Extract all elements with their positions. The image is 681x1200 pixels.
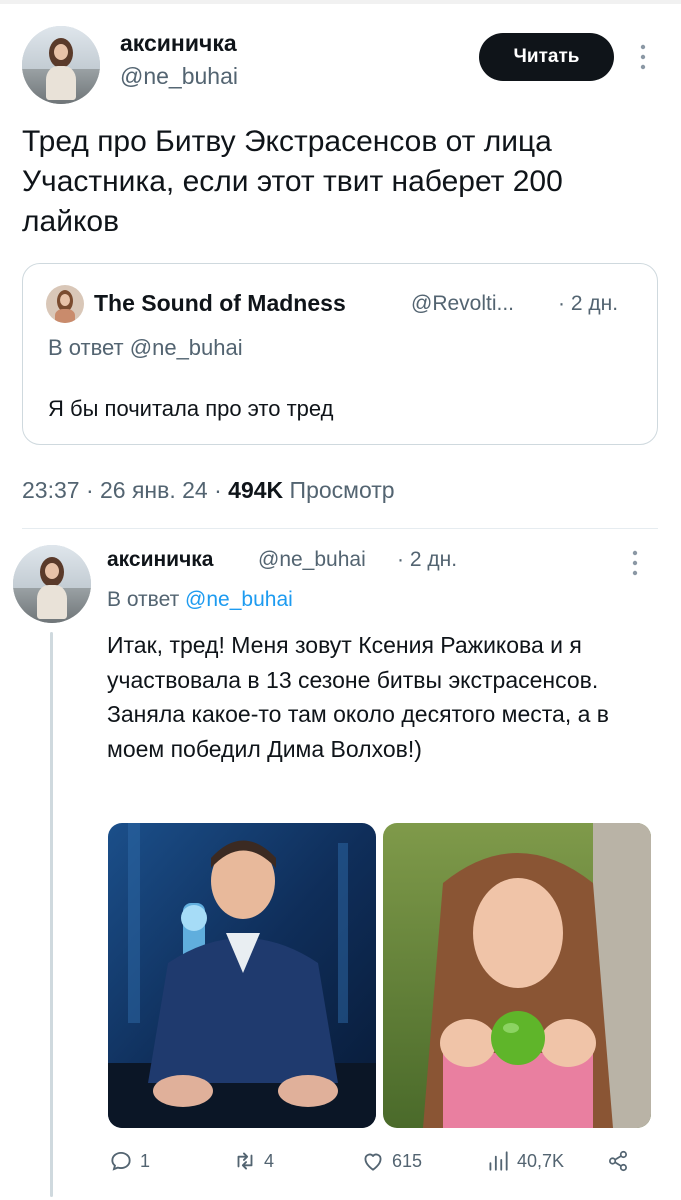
retweet-action[interactable]: 4: [232, 1148, 274, 1174]
retweet-icon: [237, 1152, 253, 1170]
thread-line: [50, 632, 53, 1197]
like-count: 615: [392, 1150, 423, 1171]
views-icon: [489, 1151, 508, 1171]
quoted-tweet-card[interactable]: The Sound of Madness @Revolti... · 2 дн.…: [22, 263, 658, 445]
reply-action[interactable]: 1: [108, 1148, 150, 1174]
views-count: 40,7K: [517, 1150, 565, 1171]
author-name[interactable]: аксиничка: [120, 30, 237, 57]
quote-reply-handle[interactable]: @ne_buhai: [130, 335, 243, 360]
section-divider: [22, 528, 658, 529]
reply-author-avatar[interactable]: [13, 545, 91, 623]
reply-time[interactable]: · 2 дн.: [397, 548, 457, 572]
top-divider: [0, 0, 681, 4]
reply-count: 1: [140, 1150, 151, 1171]
author-handle[interactable]: @ne_buhai: [120, 63, 238, 90]
like-icon: [364, 1153, 382, 1171]
quote-author-avatar[interactable]: [46, 285, 84, 323]
tweet-meta: 23:37 · 26 янв. 24 · 494K Просмотр: [22, 477, 395, 504]
quote-time[interactable]: · 2 дн.: [558, 292, 618, 316]
reply-author-handle[interactable]: @ne_buhai: [258, 548, 366, 572]
photo-man[interactable]: [108, 823, 376, 1128]
author-avatar[interactable]: [22, 26, 100, 104]
more-icon[interactable]: [628, 548, 642, 578]
tweet-text: Тред про Битву Экстрасенсов от лица Учас…: [22, 125, 563, 238]
more-icon[interactable]: [636, 42, 650, 72]
quote-reply-prefix: В ответ: [48, 335, 124, 360]
reply-text: Итак, тред! Меня зовут Ксения Ражикова и…: [107, 632, 610, 762]
quote-author-handle[interactable]: @Revolti...: [411, 292, 514, 316]
quote-text: Я бы почитала про это тред: [48, 396, 334, 421]
like-action[interactable]: 615: [360, 1148, 422, 1174]
reply-reply-to: В ответ @ne_buhai: [107, 588, 293, 612]
photo-girl[interactable]: [383, 823, 651, 1128]
retweet-count: 4: [264, 1150, 275, 1171]
share-icon: [609, 1150, 627, 1172]
reply-author-name[interactable]: аксиничка: [107, 548, 213, 572]
reply-icon: [111, 1151, 131, 1171]
tweet-time[interactable]: 23:37 · 26 янв. 24 ·: [22, 477, 222, 503]
quote-reply-to: В ответ @ne_buhai: [48, 335, 243, 361]
views-action[interactable]: 40,7K: [485, 1148, 564, 1174]
follow-button[interactable]: Читать: [479, 33, 614, 81]
share-action[interactable]: [605, 1148, 631, 1174]
views-count: 494K: [228, 477, 284, 503]
quote-author-name[interactable]: The Sound of Madness: [94, 290, 346, 317]
reply-reply-prefix: В ответ: [107, 588, 180, 611]
reply-reply-handle[interactable]: @ne_buhai: [185, 588, 293, 611]
views-label: Просмотр: [289, 477, 395, 503]
